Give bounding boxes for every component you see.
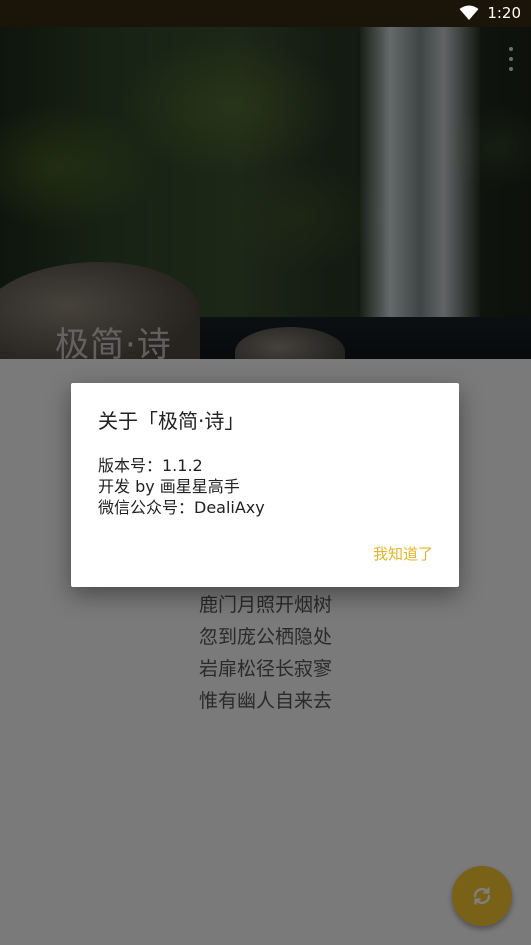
wechat-text: 微信公众号：DealiAxy: [98, 498, 265, 517]
about-dialog: 关于「极简·诗」 版本号：1.1.2 开发 by 画星星高手 微信公众号：Dea…: [71, 383, 459, 587]
developer-text: 开发 by 画星星高手: [98, 477, 240, 496]
wifi-icon: [459, 5, 479, 20]
got-it-button[interactable]: 我知道了: [373, 543, 433, 564]
dialog-body: 版本号：1.1.2 开发 by 画星星高手 微信公众号：DealiAxy: [98, 455, 265, 518]
version-text: 版本号：1.1.2: [98, 456, 203, 475]
dialog-title: 关于「极简·诗」: [98, 409, 245, 433]
status-indicators: 1:20: [459, 4, 521, 22]
status-bar: 1:20: [0, 0, 531, 27]
status-time: 1:20: [487, 4, 521, 22]
